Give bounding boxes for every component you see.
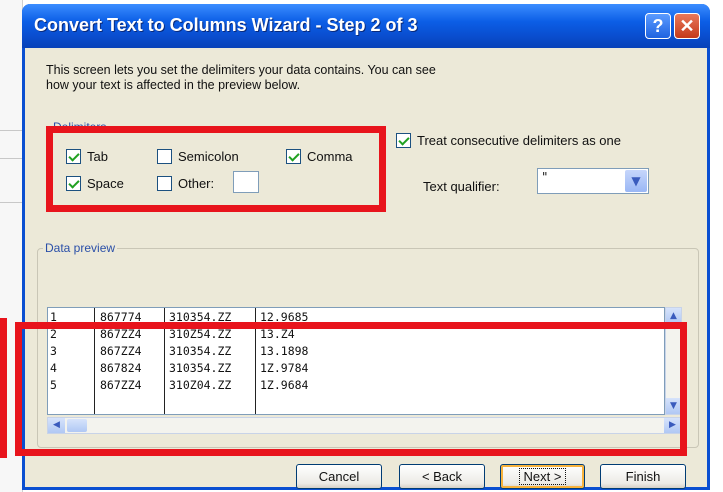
- dialog-title: Convert Text to Columns Wizard - Step 2 …: [34, 15, 418, 35]
- instructions-text: This screen lets you set the delimiters …: [46, 63, 566, 93]
- annotation-highlight-delimiters: [46, 126, 386, 212]
- background-divider: [0, 130, 22, 131]
- close-button[interactable]: ✕: [674, 13, 700, 39]
- annotation-highlight-left: [0, 318, 7, 458]
- instructions-line-1: This screen lets you set the delimiters …: [46, 63, 436, 77]
- chevron-down-icon[interactable]: ▼: [625, 170, 647, 192]
- cancel-button[interactable]: Cancel: [296, 464, 382, 489]
- next-button-label: Next >: [518, 468, 567, 485]
- text-qualifier-label: Text qualifier:: [423, 179, 500, 194]
- back-button[interactable]: < Back: [399, 464, 485, 489]
- title-bar[interactable]: Convert Text to Columns Wizard - Step 2 …: [22, 4, 710, 48]
- data-preview-label: Data preview: [43, 241, 118, 255]
- text-qualifier-select[interactable]: " ▼: [537, 168, 649, 194]
- background-divider: [0, 158, 22, 159]
- text-qualifier-value: ": [542, 170, 548, 184]
- consecutive-delimiters-checkbox[interactable]: [396, 133, 411, 148]
- help-button[interactable]: ?: [645, 13, 671, 39]
- next-button[interactable]: Next >: [500, 464, 585, 489]
- finish-button[interactable]: Finish: [600, 464, 686, 489]
- consecutive-delimiters-label[interactable]: Treat consecutive delimiters as one: [417, 133, 621, 148]
- background-divider: [0, 202, 22, 203]
- annotation-highlight-preview: [15, 322, 687, 456]
- instructions-line-2: how your text is affected in the preview…: [46, 78, 301, 92]
